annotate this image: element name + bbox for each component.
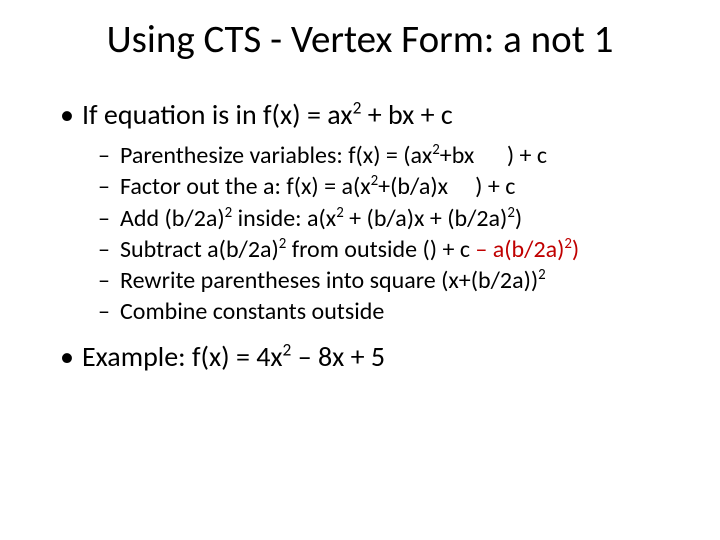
text: ) [515,204,522,233]
sub-bullet-rewrite: Rewrite parentheses into square (x+(b/2a… [60,266,660,295]
sup: 2 [432,140,440,158]
text: – 8x + 5 [291,339,385,374]
text: Parenthesize variables: f(x) = (ax [120,141,432,170]
slide-title: Using CTS - Vertex Form: a not 1 [40,18,680,63]
sup: 2 [507,203,515,221]
text: +bx ) + c [440,141,547,170]
text: Add (b/2a) [120,204,225,233]
text-red: ) [572,235,579,264]
sup-red: 2 [564,234,572,252]
sub-bullet-add: Add (b/2a)2 inside: a(x2 + (b/a)x + (b/2… [60,204,660,233]
slide: Using CTS - Vertex Form: a not 1 If equa… [0,0,720,540]
sup: 2 [538,265,546,283]
text: + (b/a)x + (b/2a) [344,204,508,233]
slide-body: If equation is in f(x) = ax2 + bx + c Pa… [0,99,720,373]
sub-bullet-combine: Combine constants outside [60,297,660,326]
sub-bullet-parenthesize: Parenthesize variables: f(x) = (ax2+bx )… [60,141,660,170]
text: + bx + c [361,97,452,132]
text: Combine constants outside [120,297,384,326]
text: inside: a(x [232,204,336,233]
bullet-lvl1-equation: If equation is in f(x) = ax2 + bx + c [60,99,660,131]
sup: 2 [336,203,344,221]
bullet-lvl1-example: Example: f(x) = 4x2 – 8x + 5 [60,341,660,373]
text: Factor out the a: f(x) = a(x [120,172,371,201]
text: +(b/a)x ) + c [378,172,515,201]
sub-bullet-group: Parenthesize variables: f(x) = (ax2+bx )… [60,141,660,327]
text: from outside () + c [286,235,475,264]
text: Example: f(x) = 4x [82,339,283,374]
sub-bullet-subtract: Subtract a(b/2a) 2 from outside () + c – … [60,235,660,264]
text: Rewrite parentheses into square (x+(b/2a… [120,266,538,295]
sub-bullet-factor: Factor out the a: f(x) = a(x2+(b/a)x ) +… [60,172,660,201]
text: Subtract a(b/2a) [120,235,279,264]
text: If equation is in f(x) = ax [82,97,353,132]
text-red: – a(b/2a) [475,235,564,264]
